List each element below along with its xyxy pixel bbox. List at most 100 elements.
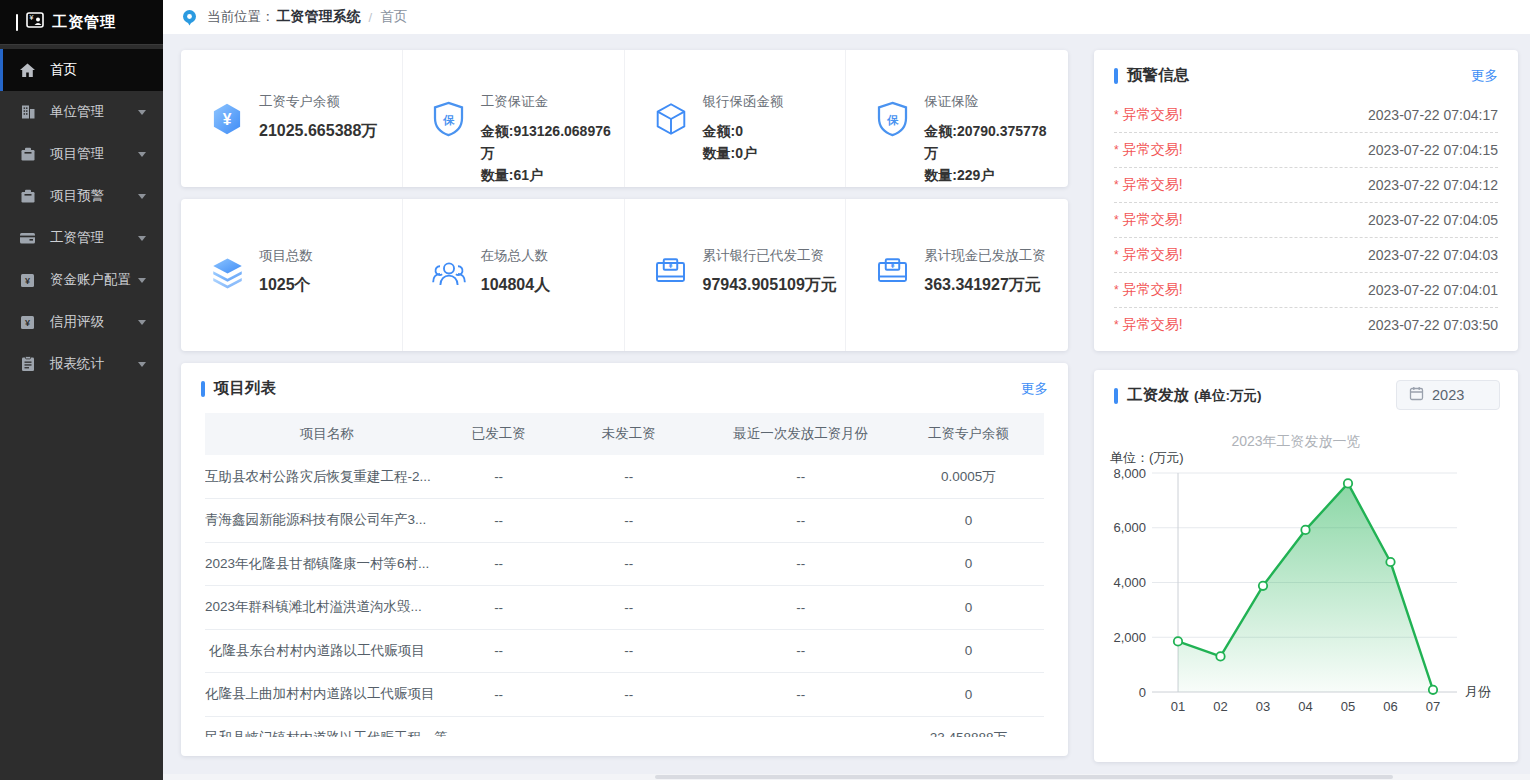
stat-card: ¥累计现金已发放工资363.341927万元	[846, 199, 1068, 351]
salary-chart: 2023年工资发放一览单位：(万元)02,0004,0006,0008,0000…	[1094, 410, 1518, 744]
stat-cards-row-1: ¥工资专户余额21025.665388万保工资保证金金额:913126.0689…	[181, 50, 1068, 187]
org-icon	[19, 104, 36, 121]
project-table-column-header: 已发工资	[448, 413, 549, 455]
project-value-cell: 23.458888万	[893, 716, 1044, 737]
horizontal-scrollbar[interactable]	[163, 774, 1530, 780]
warning-item[interactable]: *异常交易!2023-07-22 07:04:05	[1114, 203, 1498, 238]
app-title: 工资管理	[52, 13, 116, 32]
report-icon	[19, 356, 36, 373]
warning-list: *异常交易!2023-07-22 07:04:17*异常交易!2023-07-2…	[1114, 98, 1498, 336]
warning-more-link[interactable]: 更多	[1471, 67, 1498, 85]
breadcrumb: 当前位置： 工资管理系统 / 首页	[163, 0, 1530, 34]
salary-panel-title: 工资发放	[1127, 385, 1189, 406]
stat-card-label: 累计现金已发放工资	[924, 246, 1058, 266]
table-row[interactable]: 互助县农村公路灾后恢复重建工程-2...------0.0005万	[205, 455, 1044, 499]
layers-icon	[209, 255, 245, 291]
svg-text:8,000: 8,000	[1113, 466, 1146, 481]
sidebar-item-label: 单位管理	[50, 103, 104, 121]
project-value-cell: 0	[893, 586, 1044, 630]
warning-item[interactable]: *异常交易!2023-07-22 07:03:50	[1114, 308, 1498, 336]
svg-text:保: 保	[886, 114, 899, 126]
warning-bullet: *	[1114, 213, 1119, 227]
shield-bao-icon: 保	[431, 101, 467, 137]
stat-card-label: 累计银行已代发工资	[703, 246, 837, 266]
stat-card: 项目总数1025个	[181, 199, 403, 351]
project-value-cell: --	[549, 629, 708, 673]
app-logo: ¥ 工资管理	[0, 0, 163, 45]
stat-card-detail: 金额:0	[703, 120, 837, 142]
table-row[interactable]: 2023年化隆县甘都镇隆康一村等6村...------0	[205, 542, 1044, 586]
warning-bullet: *	[1114, 108, 1119, 122]
warning-text: 异常交易!	[1123, 316, 1183, 334]
title-bar-accent	[1114, 68, 1118, 84]
project-value-cell: --	[448, 455, 549, 499]
sidebar: ¥ 工资管理 首页单位管理项目管理项目预警工资管理¥资金账户配置¥信用评级报表统…	[0, 0, 163, 780]
warning-item[interactable]: * 异常交易! 2023-07-22 07:04:12	[1114, 168, 1498, 203]
folder-icon	[19, 146, 36, 163]
sidebar-item-3[interactable]: 项目预警	[0, 175, 163, 217]
warning-item[interactable]: *异常交易!2023-07-22 07:04:01	[1114, 273, 1498, 308]
table-row[interactable]: 化隆县东台村村内道路以工代赈项目------0	[205, 629, 1044, 673]
warning-bullet: *	[1114, 178, 1119, 192]
svg-text:4,000: 4,000	[1113, 575, 1146, 590]
warning-panel: 预警信息 更多 *异常交易!2023-07-22 07:04:17*异常交易!2…	[1094, 50, 1518, 351]
table-row[interactable]: 民和县峡门镇村内道路以工代赈工程…等------23.458888万	[205, 716, 1044, 737]
location-pin-icon	[181, 9, 198, 26]
project-name-cell: 2023年群科镇滩北村溢洪道沟水毁...	[205, 586, 448, 630]
table-row[interactable]: 化隆县上曲加村村内道路以工代赈项目------0	[205, 673, 1044, 717]
title-bar-accent	[201, 381, 205, 397]
svg-text:01: 01	[1171, 699, 1185, 714]
svg-text:2,000: 2,000	[1113, 630, 1146, 645]
sidebar-item-0[interactable]: 首页	[0, 49, 163, 91]
stat-card-label: 工资专户余额	[259, 92, 393, 112]
project-value-cell: 0	[893, 542, 1044, 586]
project-value-cell: --	[708, 586, 893, 630]
wallet-icon	[19, 230, 36, 247]
chevron-down-icon	[138, 320, 146, 325]
project-table-body: 互助县农村公路灾后恢复重建工程-2...------0.0005万青海鑫园新能源…	[205, 455, 1044, 737]
project-value-cell: --	[708, 629, 893, 673]
warning-item[interactable]: *异常交易!2023-07-22 07:04:03	[1114, 238, 1498, 273]
home-icon	[19, 62, 36, 79]
sidebar-item-5[interactable]: ¥资金账户配置	[0, 259, 163, 301]
breadcrumb-root[interactable]: 工资管理系统	[277, 8, 361, 26]
title-bar-accent	[1114, 388, 1118, 404]
warning-text: 异常交易!	[1123, 141, 1183, 159]
sidebar-item-6[interactable]: ¥信用评级	[0, 301, 163, 343]
table-row[interactable]: 2023年群科镇滩北村溢洪道沟水毁...------0	[205, 586, 1044, 630]
warning-bullet: *	[1114, 318, 1119, 332]
svg-text:单位：(万元): 单位：(万元)	[1110, 450, 1184, 465]
stat-card: ¥累计银行已代发工资97943.905109万元	[625, 199, 847, 351]
chevron-down-icon	[138, 278, 146, 283]
year-select[interactable]: 2023	[1396, 380, 1500, 410]
sidebar-item-2[interactable]: 项目管理	[0, 133, 163, 175]
sidebar-item-4[interactable]: 工资管理	[0, 217, 163, 259]
project-value-cell: 0	[893, 499, 1044, 543]
warning-time: 2023-07-22 07:04:12	[1368, 177, 1498, 193]
warning-item[interactable]: *异常交易!2023-07-22 07:04:15	[1114, 133, 1498, 168]
logo-divider	[16, 14, 18, 31]
cube-icon	[653, 101, 689, 137]
warning-item[interactable]: *异常交易!2023-07-22 07:04:17	[1114, 98, 1498, 133]
chevron-down-icon	[138, 152, 146, 157]
breadcrumb-current: 首页	[380, 8, 407, 26]
people-icon	[431, 255, 467, 291]
table-row[interactable]: 青海鑫园新能源科技有限公司年产3...------0	[205, 499, 1044, 543]
warning-time: 2023-07-22 07:04:03	[1368, 247, 1498, 263]
stat-card-value: 97943.905109万元	[703, 274, 837, 296]
scrollbar-thumb[interactable]	[655, 775, 1393, 779]
sidebar-item-1[interactable]: 单位管理	[0, 91, 163, 133]
sidebar-item-7[interactable]: 报表统计	[0, 343, 163, 385]
year-select-value: 2023	[1432, 387, 1464, 403]
warning-text: 异常交易!	[1123, 211, 1183, 229]
warning-text: 异常交易!	[1123, 281, 1183, 299]
stat-card-label: 工资保证金	[481, 92, 615, 112]
warning-text: 异常交易!	[1123, 176, 1183, 194]
project-value-cell: --	[448, 586, 549, 630]
salary-panel-title-suffix: (单位:万元)	[1194, 387, 1262, 405]
shield-bao-icon: 保	[874, 101, 910, 137]
project-list-more-link[interactable]: 更多	[1021, 380, 1048, 398]
sidebar-menu: 首页单位管理项目管理项目预警工资管理¥资金账户配置¥信用评级报表统计	[0, 45, 163, 780]
warning-time: 2023-07-22 07:04:17	[1368, 107, 1498, 123]
stat-card-label: 在场总人数	[481, 246, 615, 266]
